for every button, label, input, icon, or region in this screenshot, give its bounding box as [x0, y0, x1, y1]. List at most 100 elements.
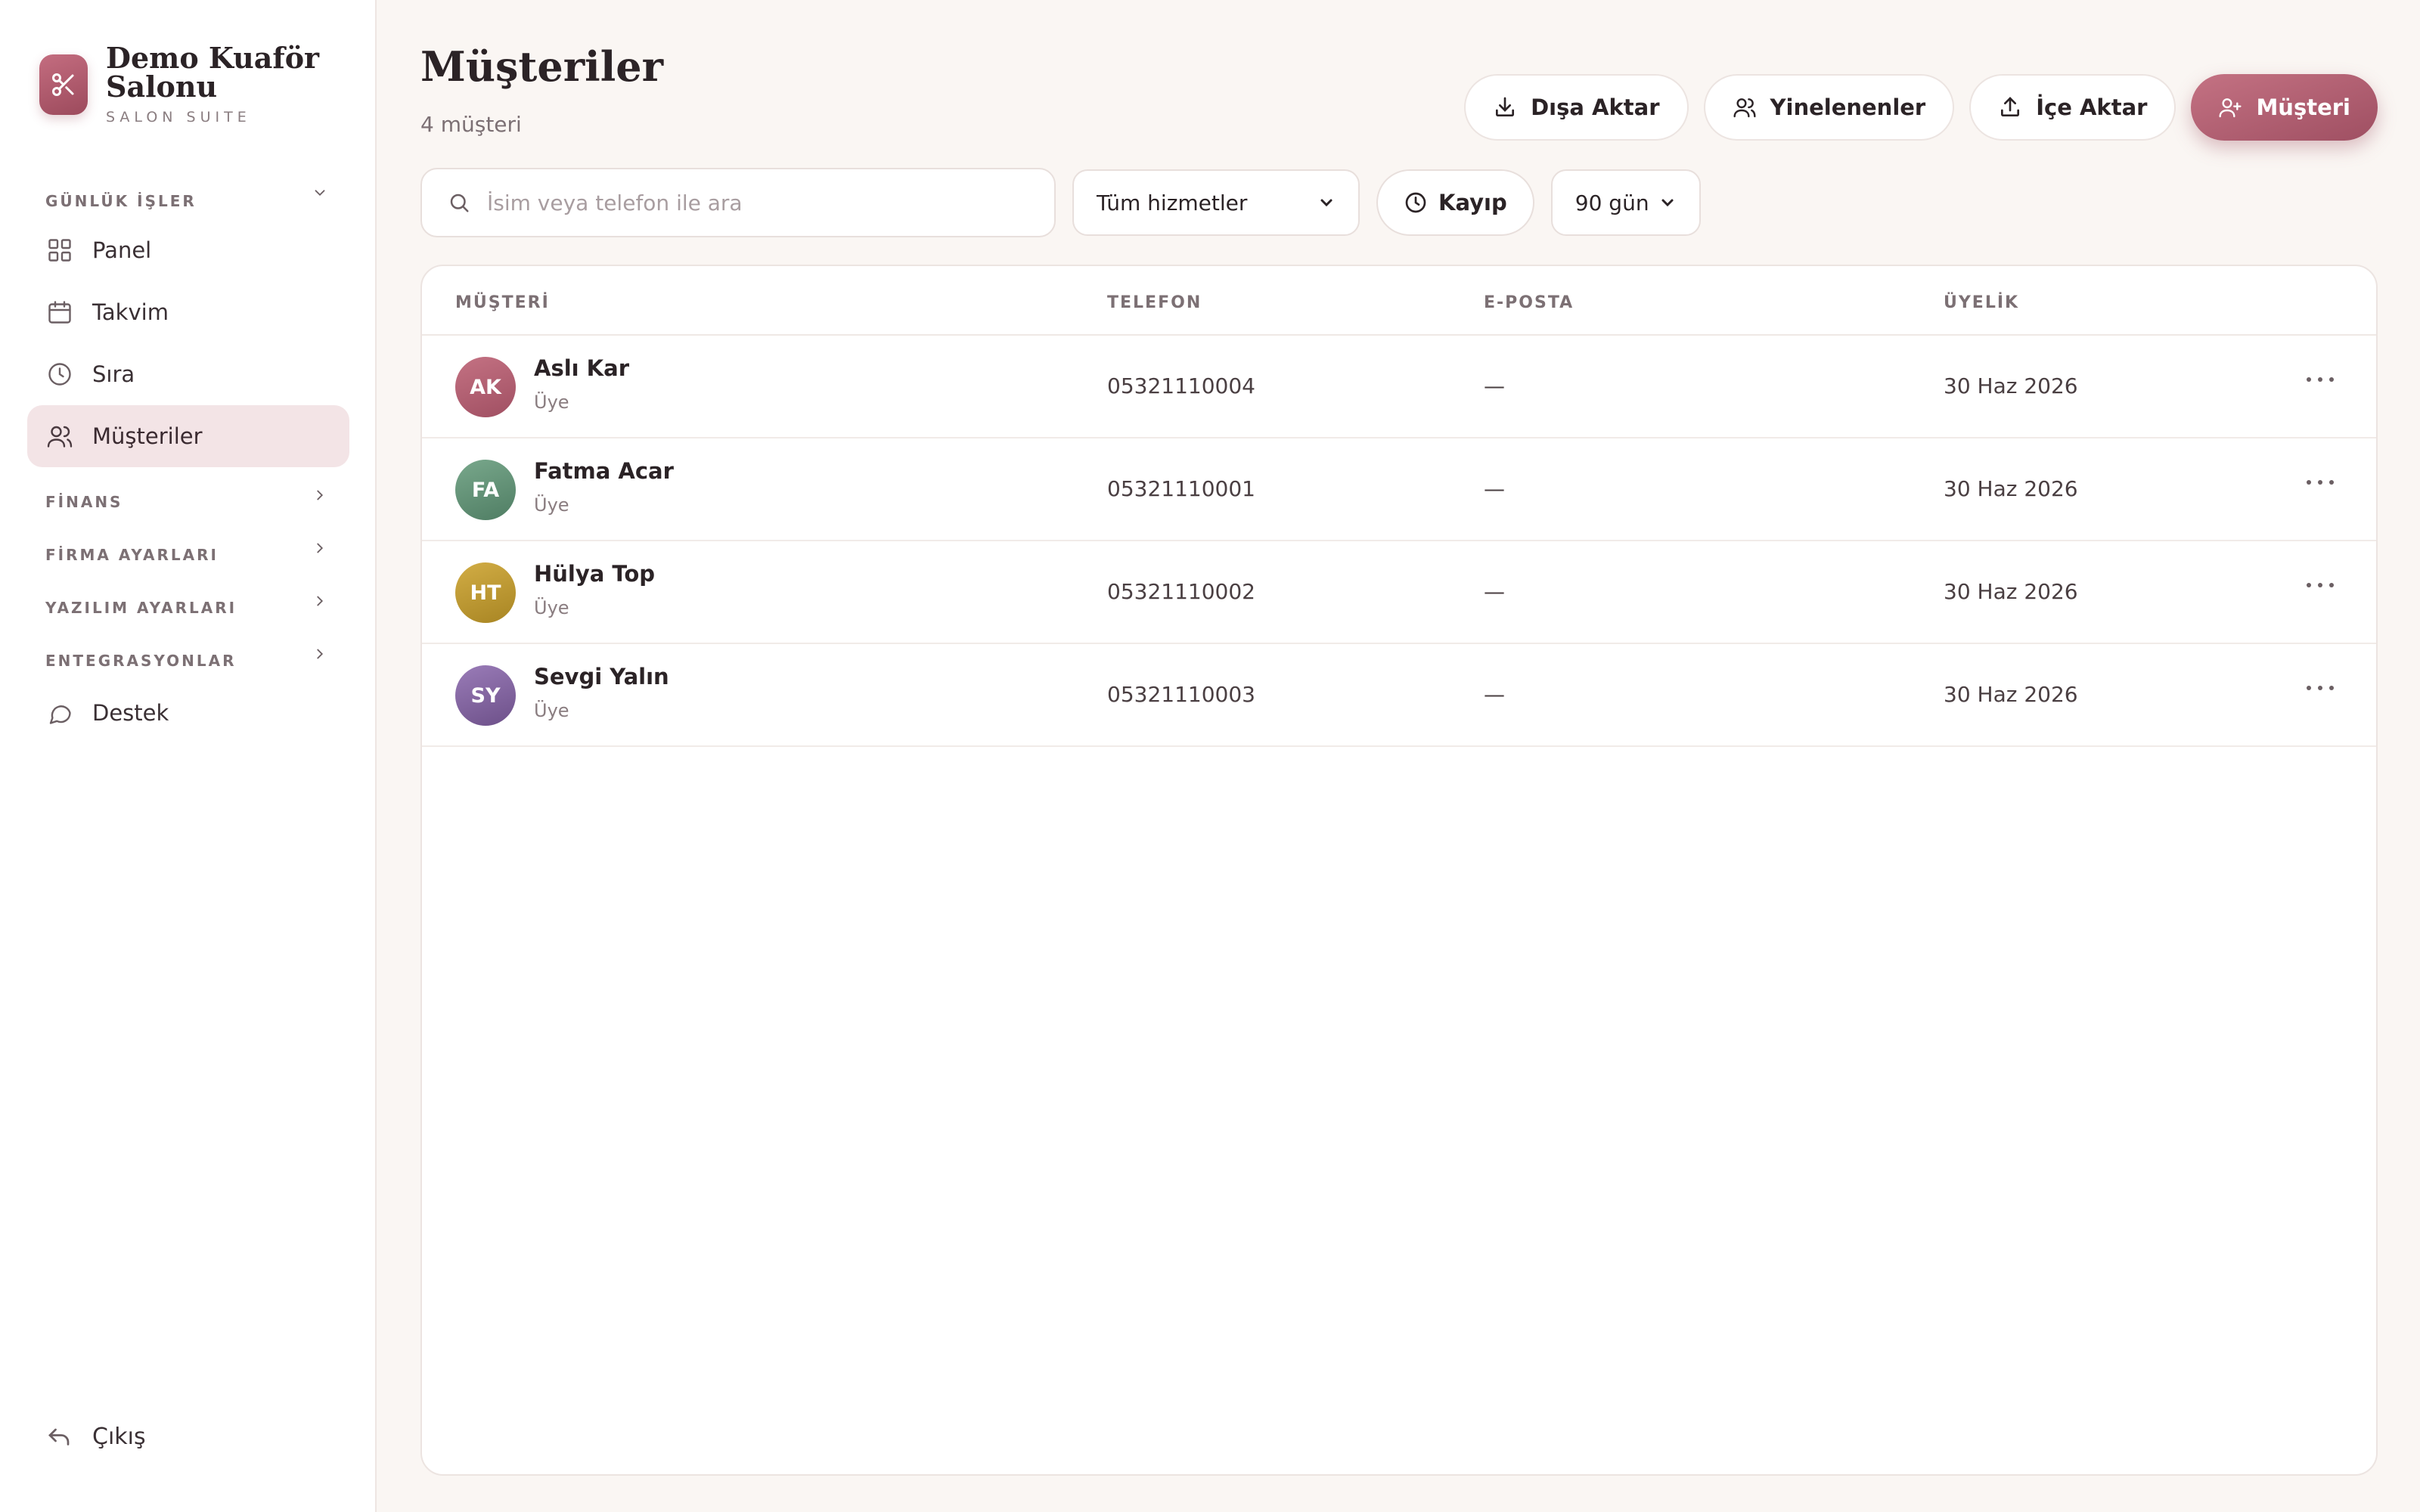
- more-options-icon[interactable]: [2307, 372, 2334, 387]
- sidebar-item-destek[interactable]: Destek: [27, 682, 349, 744]
- table-row[interactable]: FA Fatma Acar Üye 05321110001 — 30 Haz 2…: [422, 438, 2376, 541]
- upload-icon: [2001, 97, 2020, 116]
- lost-filter-button[interactable]: Kayıp: [1376, 169, 1534, 236]
- chevron-down-icon: [1661, 199, 1674, 207]
- user-plus-icon: [2219, 98, 2242, 118]
- users-icon: [45, 422, 74, 451]
- grid-icon: [45, 236, 74, 265]
- services-select-value: Tüm hizmetler: [1097, 190, 1248, 215]
- brand-subtitle: SALON SUITE: [106, 109, 251, 125]
- customer-phone: 05321110003: [1107, 682, 1255, 707]
- sidebar-item-label: Panel: [92, 237, 152, 263]
- section-software-settings[interactable]: YAZILIM AYARLARI: [45, 599, 237, 617]
- customer-membership: 30 Haz 2026: [1944, 373, 2078, 398]
- chevron-right-icon[interactable]: [312, 487, 328, 503]
- column-header-email[interactable]: E-POSTA: [1484, 293, 1574, 312]
- sidebar: Demo Kuaför Salonu SALON SUITE GÜNLÜK İŞ…: [0, 0, 377, 1512]
- table-row[interactable]: SY Sevgi Yalın Üye 05321110003 — 30 Haz …: [422, 644, 2376, 747]
- table-row[interactable]: HT Hülya Top Üye 05321110002 — 30 Haz 20…: [422, 541, 2376, 644]
- export-label: Dışa Aktar: [1531, 94, 1660, 120]
- customer-membership: 30 Haz 2026: [1944, 579, 2078, 604]
- users-icon: [1733, 98, 1756, 118]
- customer-status: Üye: [534, 494, 569, 516]
- column-header-membership[interactable]: ÜYELİK: [1944, 293, 2019, 312]
- brand-name: Demo Kuaför Salonu: [106, 41, 320, 104]
- chevron-right-icon[interactable]: [312, 540, 328, 556]
- import-button[interactable]: İçe Aktar: [1969, 74, 2176, 141]
- search-placeholder: İsim veya telefon ile ara: [487, 190, 743, 215]
- chevron-right-icon[interactable]: [312, 646, 328, 662]
- clock-icon: [45, 360, 74, 389]
- logout-label: Çıkış: [92, 1423, 146, 1450]
- chevron-right-icon[interactable]: [312, 593, 328, 609]
- more-options-icon[interactable]: [2307, 475, 2334, 490]
- section-integrations[interactable]: ENTEGRASYONLAR: [45, 652, 237, 670]
- add-customer-label: Müşteri: [2256, 94, 2350, 120]
- page-title: Müşteriler: [420, 42, 664, 91]
- customer-count: 4 müşteri: [420, 112, 522, 137]
- action-bar: Dışa Aktar Yinelenenler İçe Aktar Müşter…: [1464, 74, 2378, 141]
- search-input[interactable]: İsim veya telefon ile ara: [420, 168, 1056, 237]
- avatar: HT: [455, 562, 516, 623]
- customer-phone: 05321110001: [1107, 476, 1255, 501]
- chevron-down-icon: [1320, 199, 1333, 207]
- customers-table: MÜŞTERİ TELEFON E-POSTA ÜYELİK AK Aslı K…: [420, 265, 2378, 1476]
- more-options-icon[interactable]: [2307, 578, 2334, 593]
- search-icon: [450, 194, 469, 212]
- customer-email: —: [1484, 579, 1505, 604]
- services-select[interactable]: Tüm hizmetler: [1072, 169, 1360, 236]
- export-button[interactable]: Dışa Aktar: [1464, 74, 1689, 141]
- lost-filter-label: Kayıp: [1438, 190, 1507, 215]
- customer-email: —: [1484, 682, 1505, 707]
- undo-arrow-icon: [48, 1428, 70, 1445]
- import-label: İçe Aktar: [2036, 94, 2148, 120]
- section-company-settings[interactable]: FİRMA AYARLARI: [45, 546, 219, 564]
- customer-status: Üye: [534, 597, 569, 618]
- customer-name[interactable]: Fatma Acar: [534, 458, 674, 484]
- customer-name[interactable]: Aslı Kar: [534, 355, 629, 381]
- avatar: AK: [455, 357, 516, 417]
- avatar: SY: [455, 665, 516, 726]
- logout-button[interactable]: Çıkış: [45, 1423, 146, 1450]
- sidebar-item-label: Müşteriler: [92, 423, 203, 449]
- sidebar-item-label: Sıra: [92, 361, 135, 387]
- more-options-icon[interactable]: [2307, 680, 2334, 696]
- filter-bar: İsim veya telefon ile ara Tüm hizmetler …: [420, 168, 1701, 237]
- sidebar-item-takvim[interactable]: Takvim: [27, 281, 349, 343]
- section-finance[interactable]: FİNANS: [45, 493, 123, 511]
- customer-name[interactable]: Sevgi Yalın: [534, 664, 669, 689]
- sidebar-item-musteriler[interactable]: Müşteriler: [27, 405, 349, 467]
- duplicates-label: Yinelenenler: [1770, 94, 1926, 120]
- customer-email: —: [1484, 373, 1505, 398]
- calendar-icon: [45, 298, 74, 327]
- column-header-customer[interactable]: MÜŞTERİ: [455, 293, 550, 312]
- customer-status: Üye: [534, 392, 569, 413]
- avatar: FA: [455, 460, 516, 520]
- days-select[interactable]: 90 gün: [1550, 169, 1701, 236]
- chevron-down-icon[interactable]: [312, 184, 328, 201]
- customer-status: Üye: [534, 700, 569, 721]
- column-header-phone[interactable]: TELEFON: [1107, 293, 1202, 312]
- sidebar-item-panel[interactable]: Panel: [27, 219, 349, 281]
- clock-icon: [1405, 192, 1426, 213]
- scissors-icon: [39, 54, 88, 115]
- main-content: Müşteriler 4 müşteri Dışa Aktar Yinelene…: [377, 0, 2420, 1512]
- section-daily[interactable]: GÜNLÜK İŞLER: [45, 192, 197, 210]
- duplicates-button[interactable]: Yinelenenler: [1703, 74, 1955, 141]
- customer-membership: 30 Haz 2026: [1944, 476, 2078, 501]
- chat-bubble-icon: [45, 699, 74, 727]
- customer-phone: 05321110004: [1107, 373, 1255, 398]
- days-select-value: 90 gün: [1575, 190, 1649, 215]
- table-header: MÜŞTERİ TELEFON E-POSTA ÜYELİK: [422, 266, 2376, 336]
- table-row[interactable]: AK Aslı Kar Üye 05321110004 — 30 Haz 202…: [422, 336, 2376, 438]
- customer-name[interactable]: Hülya Top: [534, 561, 655, 587]
- sidebar-item-label: Takvim: [92, 299, 169, 325]
- customer-phone: 05321110002: [1107, 579, 1255, 604]
- customer-membership: 30 Haz 2026: [1944, 682, 2078, 707]
- customer-email: —: [1484, 476, 1505, 501]
- sidebar-item-label: Destek: [92, 700, 169, 726]
- brand[interactable]: Demo Kuaför Salonu SALON SUITE: [39, 44, 333, 125]
- download-icon: [1496, 97, 1515, 116]
- sidebar-item-sira[interactable]: Sıra: [27, 343, 349, 405]
- add-customer-button[interactable]: Müşteri: [2191, 74, 2378, 141]
